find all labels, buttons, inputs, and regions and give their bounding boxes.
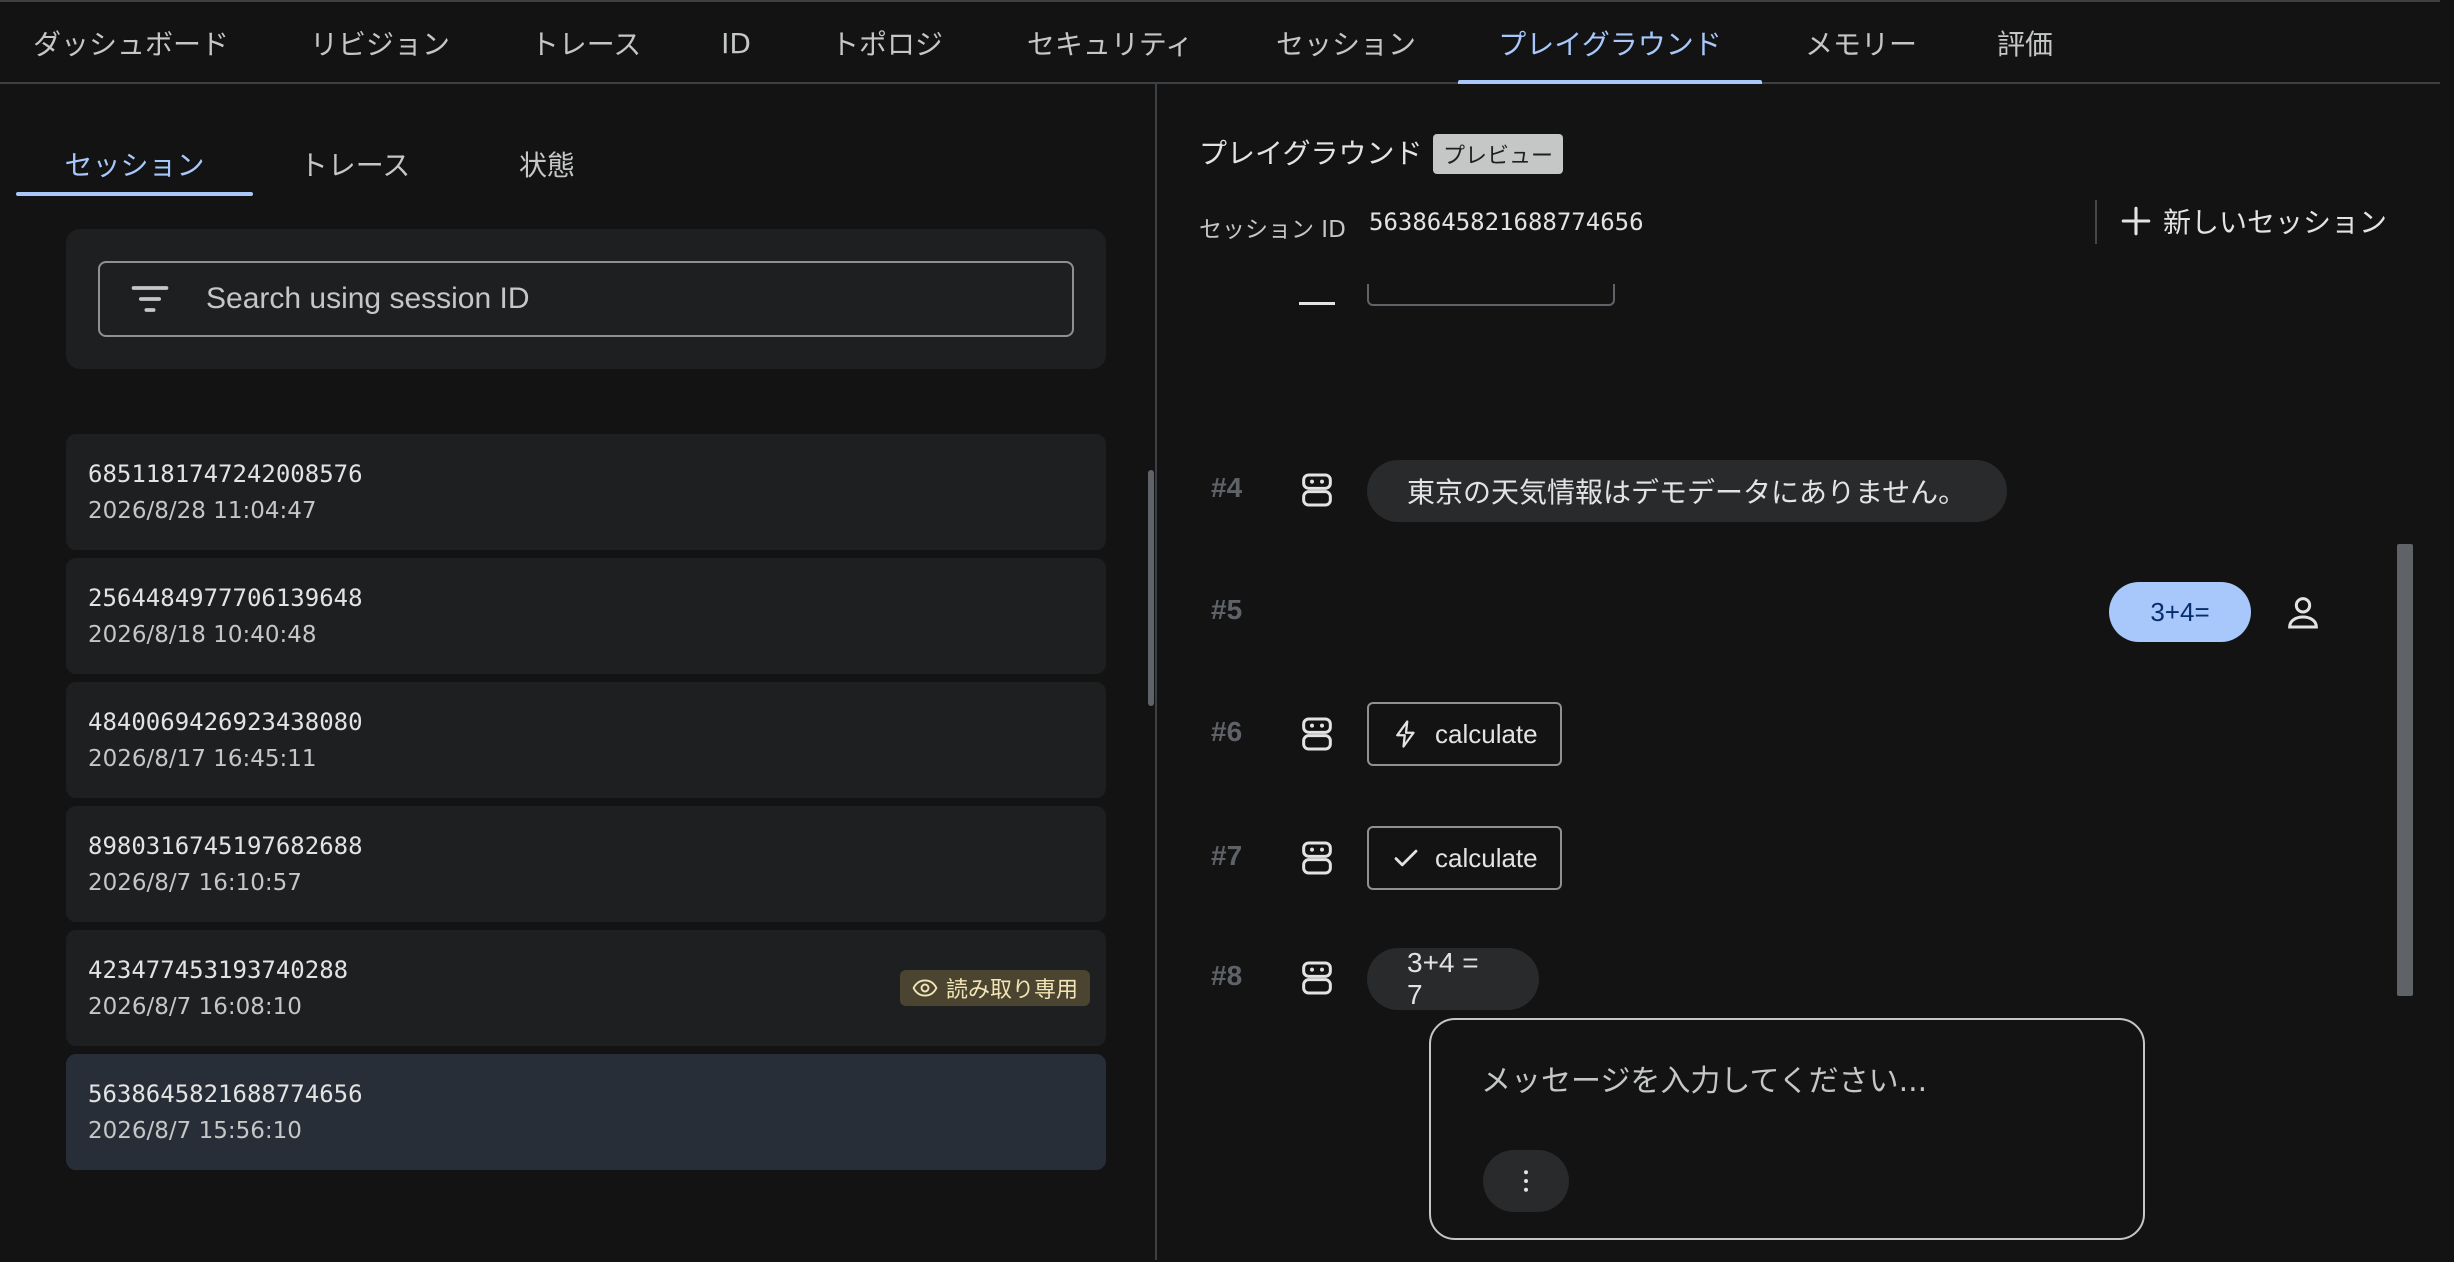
function-call-chip[interactable]: calculate [1367, 702, 1562, 766]
more-vert-icon [1524, 1170, 1528, 1192]
tab-playground[interactable]: プレイグラウンド [1458, 2, 1762, 84]
session-id: 423477453193740288 [88, 956, 349, 984]
eye-icon [912, 979, 938, 997]
function-response-chip[interactable]: calculate [1367, 826, 1562, 890]
top-nav: ダッシュボード リビジョン トレース ID トポロジ セキュリティ セッション … [0, 0, 2440, 84]
session-id: 2564484977706139648 [88, 584, 363, 612]
session-item[interactable]: 6851181747242008576 2026/8/28 11:04:47 [66, 434, 1106, 550]
tool-chip-partial[interactable] [1367, 284, 1615, 306]
message-input[interactable] [1481, 1056, 2101, 1106]
tab-security[interactable]: セキュリティ [1010, 2, 1210, 84]
more-options-button[interactable] [1483, 1150, 1569, 1212]
search-card [66, 229, 1106, 369]
message-number: #5 [1211, 594, 1243, 625]
session-id: 6851181747242008576 [88, 460, 363, 488]
session-date: 2026/8/17 16:45:11 [88, 746, 317, 772]
filter-icon[interactable] [128, 277, 172, 321]
session-id: 5638645821688774656 [88, 1080, 363, 1108]
session-date: 2026/8/7 15:56:10 [88, 1118, 302, 1144]
subtab-sessions[interactable]: セッション [16, 134, 253, 194]
session-list-scrollbar[interactable] [1148, 470, 1154, 706]
tab-memory[interactable]: メモリー [1790, 2, 1932, 84]
search-box [98, 261, 1074, 337]
tab-traces[interactable]: トレース [510, 2, 662, 84]
session-item[interactable]: 4840069426923438080 2026/8/17 16:45:11 [66, 682, 1106, 798]
tab-revisions[interactable]: リビジョン [284, 2, 476, 84]
bot-message: 東京の天気情報はデモデータにありません。 [1367, 460, 2007, 522]
session-id: 8980316745197682688 [88, 832, 363, 860]
tab-dashboard[interactable]: ダッシュボード [0, 2, 262, 84]
read-only-badge: 読み取り専用 [899, 970, 1090, 1006]
user-message: 3+4= [2109, 582, 2251, 642]
subtab-indicator [16, 192, 253, 196]
bot-message: 3+4 = 7 [1367, 947, 1539, 1010]
bot-icon [1302, 717, 1332, 751]
header-separator [2095, 200, 2097, 244]
read-only-label: 読み取り専用 [945, 978, 1078, 1003]
bot-icon [1302, 961, 1332, 995]
session-item[interactable]: 2564484977706139648 2026/8/18 10:40:48 [66, 558, 1106, 674]
user-icon [2288, 597, 2318, 629]
bot-icon [1302, 473, 1332, 507]
tab-sessions[interactable]: セッション [1260, 2, 1432, 84]
session-id-label: セッション ID [1199, 217, 1346, 243]
preview-badge: プレビュー [1433, 134, 1564, 174]
page-title: プレイグラウンド [1199, 137, 1423, 170]
new-session-button[interactable]: 新しいセッション [2119, 196, 2387, 246]
message-composer [1429, 1018, 2145, 1240]
session-item[interactable]: 8980316745197682688 2026/8/7 16:10:57 [66, 806, 1106, 922]
message-marker [1299, 302, 1335, 305]
session-id-value: 5638645821688774656 [1369, 208, 1644, 236]
session-id: 4840069426923438080 [88, 708, 363, 736]
session-item-selected[interactable]: 5638645821688774656 2026/8/7 15:56:10 [66, 1054, 1106, 1170]
message-number: #7 [1211, 840, 1243, 871]
check-icon [1394, 849, 1418, 867]
session-item[interactable]: 423477453193740288 2026/8/7 16:08:10 読み取… [66, 930, 1106, 1046]
tab-id[interactable]: ID [700, 2, 772, 84]
session-search-input[interactable] [206, 282, 1026, 316]
session-date: 2026/8/28 11:04:47 [88, 498, 317, 524]
message-number: #6 [1211, 716, 1243, 747]
session-list-panel: セッション トレース 状態 6851181747242008576 2026/8… [0, 84, 1156, 1256]
function-name: calculate [1435, 718, 1538, 749]
session-date: 2026/8/7 16:08:10 [88, 994, 302, 1020]
tab-evaluation[interactable]: 評価 [1980, 2, 2070, 84]
session-date: 2026/8/18 10:40:48 [88, 622, 317, 648]
chat-scrollbar[interactable] [2397, 544, 2413, 996]
chat-transcript: #4 東京の天気情報はデモデータにありません。 #5 3+4= #6 calcu… [1157, 284, 2440, 1044]
tab-topology[interactable]: トポロジ [810, 2, 964, 84]
session-date: 2026/8/7 16:10:57 [88, 870, 302, 896]
function-name: calculate [1435, 842, 1538, 873]
playground-panel: プレイグラウンド プレビュー セッション ID 5638645821688774… [1157, 84, 2440, 1260]
message-number: #4 [1211, 472, 1243, 503]
subtab-traces[interactable]: トレース [258, 134, 452, 194]
new-session-label: 新しいセッション [2163, 206, 2388, 239]
bot-icon [1302, 841, 1332, 875]
bolt-icon [1396, 720, 1415, 748]
subtab-state[interactable]: 状態 [452, 134, 642, 194]
plus-icon [2121, 206, 2151, 236]
message-number: #8 [1211, 960, 1243, 991]
